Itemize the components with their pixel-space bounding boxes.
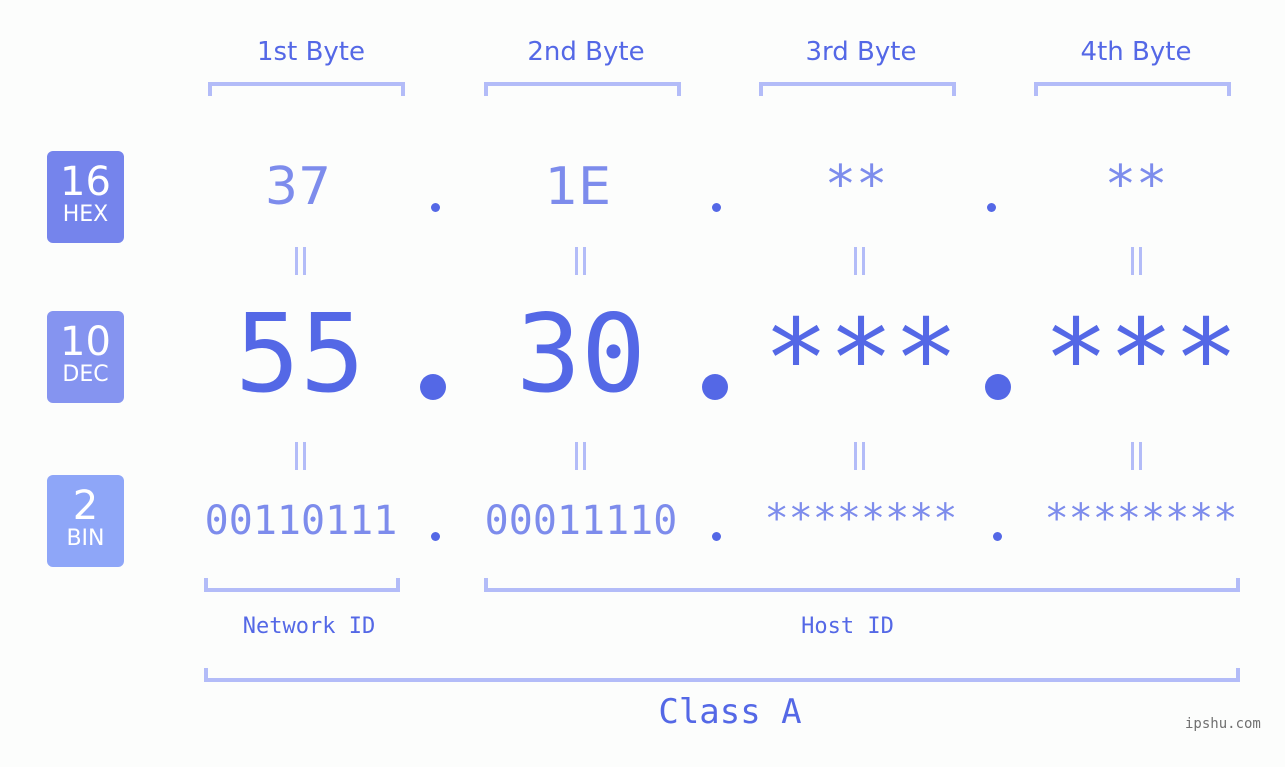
bin-byte-1: 00110111 <box>204 498 398 544</box>
host-id-label: Host ID <box>801 614 894 639</box>
dec-dot-3 <box>985 374 1011 400</box>
equals-icon <box>1128 442 1144 470</box>
bin-byte-3: ******** <box>764 496 958 542</box>
dec-base: 10 <box>60 319 111 365</box>
bin-byte-4: ******** <box>1044 496 1238 542</box>
equals-icon <box>1128 247 1144 275</box>
byte-header-1: 1st Byte <box>257 37 365 67</box>
hex-name: HEX <box>62 202 109 227</box>
host-id-bracket <box>484 578 1240 592</box>
dec-byte-1: 55 <box>234 292 366 417</box>
hex-byte-2: 1E <box>545 157 611 217</box>
bin-dot-3 <box>993 532 1002 541</box>
dec-byte-2: 30 <box>515 292 647 417</box>
network-id-label: Network ID <box>242 614 376 639</box>
dec-dot-2 <box>702 374 728 400</box>
byte-2-bracket <box>484 82 681 96</box>
hex-dot-2 <box>712 203 721 212</box>
hex-base: 16 <box>60 159 111 205</box>
dec-badge: 10 DEC <box>47 311 124 403</box>
bin-name: BIN <box>66 526 105 551</box>
bin-dot-2 <box>712 532 721 541</box>
equals-icon <box>292 247 308 275</box>
equals-icon <box>292 442 308 470</box>
class-bracket <box>204 668 1240 682</box>
hex-byte-4: ** <box>1104 155 1168 215</box>
dec-dot-1 <box>420 374 446 400</box>
network-id-bracket <box>204 578 400 592</box>
byte-header-2: 2nd Byte <box>527 37 645 67</box>
byte-1-bracket <box>208 82 405 96</box>
hex-byte-1: 37 <box>264 157 332 217</box>
dec-name: DEC <box>62 362 109 387</box>
dec-byte-4: *** <box>1043 297 1239 422</box>
hex-byte-3: ** <box>824 155 888 215</box>
byte-header-3: 3rd Byte <box>805 37 917 67</box>
equals-icon <box>851 247 867 275</box>
bin-dot-1 <box>431 532 440 541</box>
dec-byte-3: *** <box>763 297 959 422</box>
hex-badge: 16 HEX <box>47 151 124 243</box>
bin-base: 2 <box>72 483 99 529</box>
equals-icon <box>572 442 588 470</box>
equals-icon <box>572 247 588 275</box>
hex-dot-3 <box>987 203 996 212</box>
byte-header-4: 4th Byte <box>1080 37 1192 67</box>
byte-3-bracket <box>759 82 956 96</box>
bin-byte-2: 00011110 <box>484 498 678 544</box>
bin-badge: 2 BIN <box>47 475 124 567</box>
equals-icon <box>851 442 867 470</box>
hex-dot-1 <box>431 203 440 212</box>
byte-4-bracket <box>1034 82 1231 96</box>
watermark: ipshu.com <box>1185 716 1261 732</box>
class-label: Class A <box>658 692 802 732</box>
